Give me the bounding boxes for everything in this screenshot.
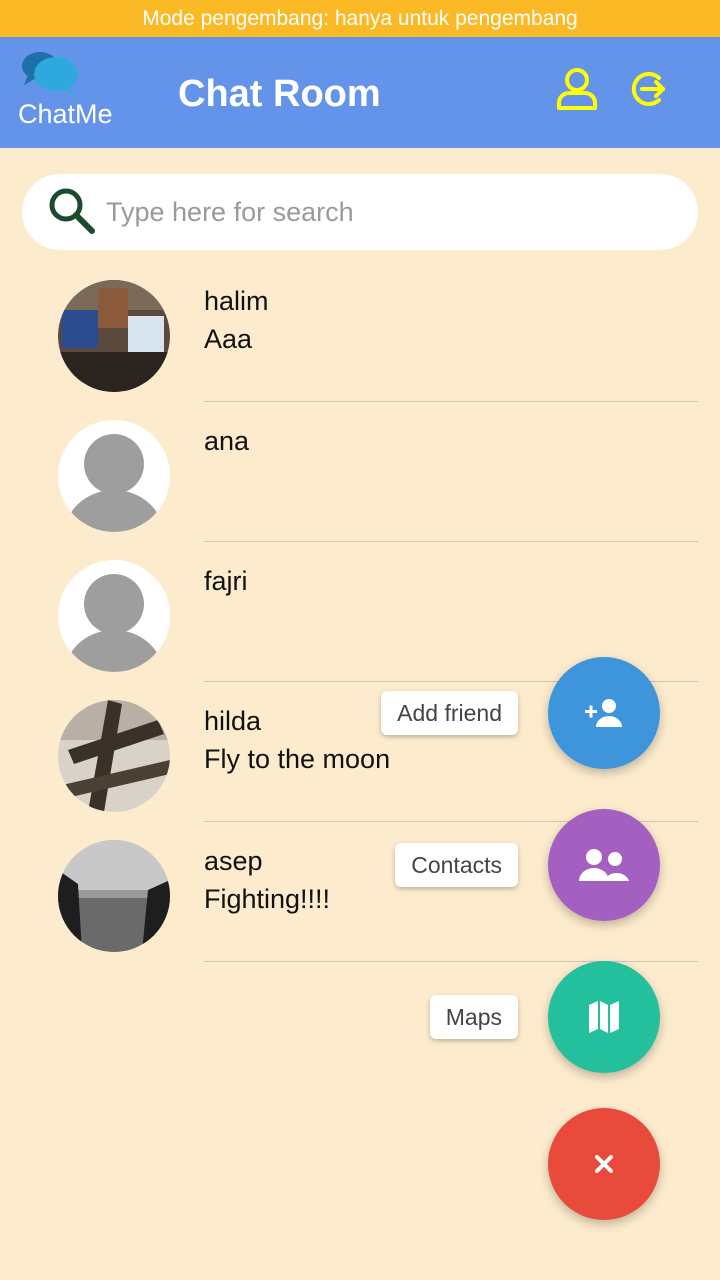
chat-name: hilda [204, 706, 262, 736]
chat-list-item[interactable]: halim Aaa [0, 262, 720, 402]
app-logo: ChatMe [18, 49, 118, 130]
chat-list-item[interactable]: ana [0, 402, 720, 542]
chat-name: halim [204, 286, 269, 316]
developer-mode-text: Mode pengembang: hanya untuk pengembang [142, 6, 578, 30]
maps-label[interactable]: Maps [429, 995, 518, 1039]
map-icon [589, 1001, 619, 1033]
add-friend-label[interactable]: Add friend [381, 691, 518, 735]
maps-button[interactable] [548, 961, 660, 1073]
add-user-icon [585, 699, 622, 727]
app-bar: ChatMe Chat Room [0, 37, 720, 148]
page-title: Chat Room [178, 73, 381, 115]
profile-button[interactable] [556, 67, 598, 116]
avatar [58, 280, 170, 392]
developer-mode-banner: Mode pengembang: hanya untuk pengembang [0, 0, 720, 37]
chat-last-message: Fighting!!!! [204, 884, 331, 914]
chat-bubbles-icon [22, 52, 78, 96]
contacts-button[interactable] [548, 809, 660, 921]
search-bar [22, 174, 698, 250]
chat-name: asep [204, 846, 263, 876]
logout-icon [631, 72, 665, 106]
close-menu-button[interactable] [548, 1108, 660, 1220]
avatar [58, 840, 170, 952]
default-avatar-icon [58, 420, 170, 532]
default-avatar-icon [58, 560, 170, 672]
close-icon [595, 1155, 613, 1173]
user-icon [557, 68, 597, 110]
chat-last-message: Aaa [204, 324, 253, 354]
avatar [58, 700, 170, 812]
logout-button[interactable] [628, 67, 668, 116]
add-friend-button[interactable] [548, 657, 660, 769]
chat-name: ana [204, 426, 250, 456]
divider [204, 961, 698, 962]
search-icon [49, 188, 95, 234]
users-icon [579, 849, 629, 881]
logo-text: ChatMe [18, 99, 113, 129]
chat-name: fajri [204, 566, 248, 596]
search-input[interactable] [104, 188, 678, 236]
chat-last-message: Fly to the moon [204, 744, 391, 774]
contacts-label[interactable]: Contacts [395, 843, 518, 887]
